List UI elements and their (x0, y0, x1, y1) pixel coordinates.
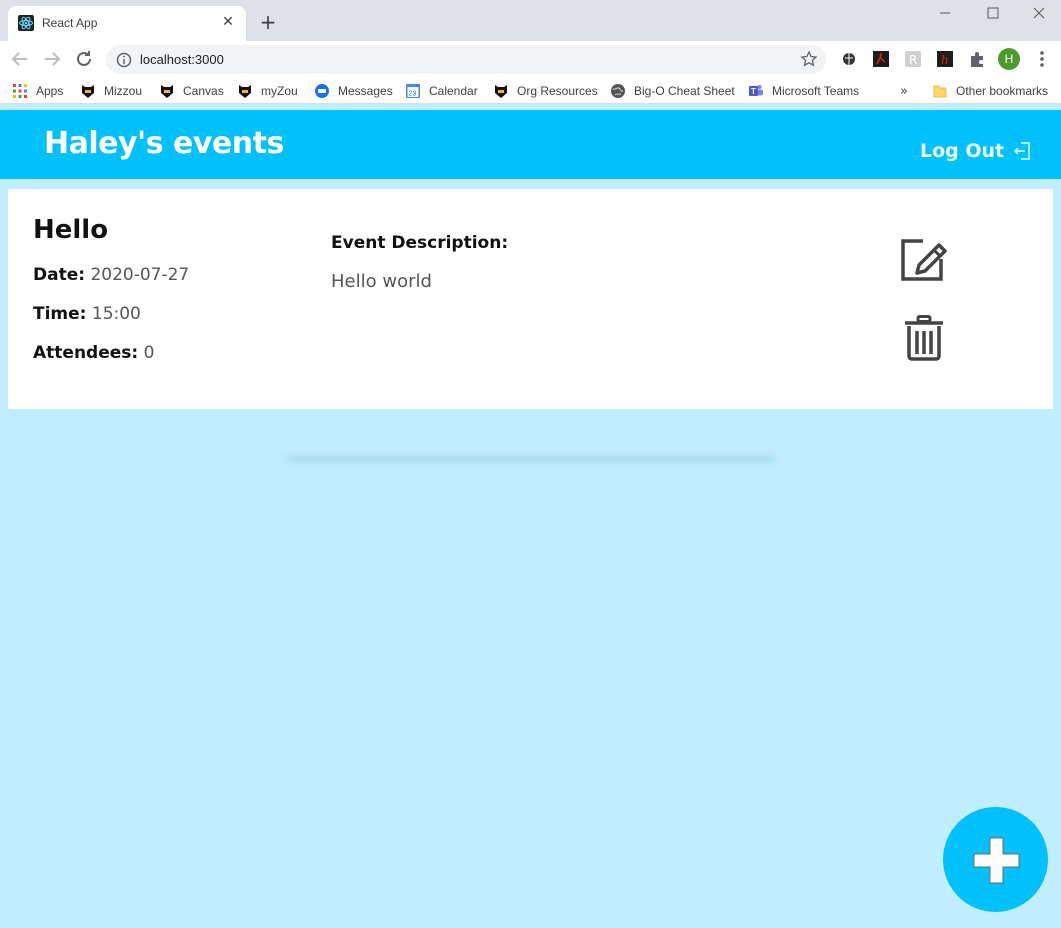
mizzou-tiger-icon (495, 85, 507, 98)
bookmark-label: Microsoft Teams (772, 84, 860, 98)
bookmark-label: Messages (338, 84, 393, 98)
svg-text:T: T (751, 87, 756, 96)
extensions-puzzle-icon[interactable] (968, 50, 986, 68)
bookmark-microsoft-teams[interactable]: T Microsoft Teams (748, 82, 859, 100)
bookmark-org-resources[interactable]: Org Resources (493, 82, 598, 100)
browser-menu-icon[interactable] (1034, 49, 1050, 69)
extension-h-icon[interactable]: h (936, 50, 954, 68)
date-value: 2020-07-27 (90, 265, 190, 285)
more-bookmarks-button[interactable]: » (900, 84, 908, 99)
event-attendees: Attendees: 0 (33, 343, 154, 363)
logout-icon (1014, 142, 1030, 160)
trash-icon[interactable] (904, 315, 944, 361)
new-tab-button[interactable]: + (256, 11, 280, 35)
apps-grid-icon (13, 84, 27, 98)
calendar-icon: 23 (406, 84, 420, 98)
browser-tabstrip: React App ✕ + (0, 0, 1061, 41)
window-minimize-button[interactable] (922, 0, 968, 28)
bookmarks-bar: Apps Mizzou Canvas myZou Messages 23 Cal… (0, 77, 1061, 104)
page-title: Haley's events (44, 126, 284, 161)
profile-avatar[interactable]: H (998, 48, 1020, 70)
attendees-value: 0 (143, 343, 155, 363)
address-bar[interactable]: localhost:3000 (106, 45, 826, 74)
extension-acrobat-icon[interactable] (872, 50, 890, 68)
app-header: Haley's events Log Out (0, 110, 1061, 179)
description-text: Hello world (331, 271, 432, 292)
bookmark-star-icon[interactable] (800, 50, 818, 68)
time-value: 15:00 (91, 304, 141, 324)
react-favicon-icon (18, 15, 34, 31)
svg-text:h: h (941, 53, 949, 67)
tab-close-icon[interactable]: ✕ (219, 13, 237, 31)
bookmark-label: Apps (36, 84, 64, 98)
bookmark-other[interactable]: Other bookmarks (932, 82, 1048, 100)
extension-r-icon[interactable]: R (904, 50, 922, 68)
url-text: localhost:3000 (140, 52, 224, 67)
forward-arrow-icon[interactable] (40, 47, 64, 71)
reload-icon[interactable] (72, 47, 96, 71)
event-date: Date: 2020-07-27 (33, 265, 189, 285)
edit-icon[interactable] (899, 235, 947, 283)
bookmark-label: myZou (261, 84, 298, 98)
date-label: Date: (33, 265, 86, 285)
bookmark-label: Canvas (183, 84, 224, 98)
window-maximize-button[interactable] (970, 0, 1016, 28)
bookmark-label: Org Resources (517, 84, 598, 98)
bookmark-label: Calendar (429, 84, 478, 98)
mizzou-tiger-icon (82, 85, 94, 98)
browser-tab[interactable]: React App ✕ (8, 6, 246, 41)
bookmark-label: Big-O Cheat Sheet (634, 84, 735, 98)
folder-icon (933, 85, 947, 98)
bookmark-myzou[interactable]: myZou (237, 82, 298, 100)
bookmark-calendar[interactable]: 23 Calendar (405, 82, 478, 100)
mizzou-tiger-icon (239, 85, 251, 98)
loading-bar (286, 455, 776, 463)
attendees-label: Attendees: (33, 343, 139, 363)
messages-icon (315, 84, 329, 98)
event-card: Hello Date: 2020-07-27 Time: 15:00 Atten… (8, 189, 1053, 409)
logout-label: Log Out (920, 140, 1005, 162)
tab-title: React App (42, 16, 98, 30)
bookmark-label: Other bookmarks (956, 84, 1049, 98)
event-time: Time: 15:00 (33, 304, 141, 324)
back-arrow-icon[interactable] (8, 47, 32, 71)
site-info-icon[interactable] (116, 52, 132, 68)
bookmark-canvas[interactable]: Canvas (159, 82, 224, 100)
window-close-button[interactable] (1016, 0, 1061, 28)
mizzou-tiger-icon (161, 85, 173, 98)
globe-icon (611, 84, 625, 98)
browser-toolbar: localhost:3000 R h H (0, 41, 1061, 77)
bookmark-apps[interactable]: Apps (12, 82, 63, 100)
logout-button[interactable]: Log Out (920, 140, 1032, 162)
svg-text:R: R (909, 53, 917, 67)
bookmark-messages[interactable]: Messages (314, 82, 393, 100)
bookmark-mizzou[interactable]: Mizzou (80, 82, 142, 100)
teams-icon: T (749, 85, 763, 96)
extension-globe-icon[interactable] (840, 50, 858, 68)
time-label: Time: (33, 304, 87, 324)
event-title: Hello (33, 215, 109, 245)
bookmark-big-o[interactable]: Big-O Cheat Sheet (610, 82, 735, 100)
description-label: Event Description: (331, 233, 509, 253)
add-event-button[interactable] (943, 807, 1048, 912)
bookmark-label: Mizzou (104, 84, 143, 98)
svg-text:23: 23 (409, 91, 417, 98)
plus-icon (973, 837, 1020, 884)
